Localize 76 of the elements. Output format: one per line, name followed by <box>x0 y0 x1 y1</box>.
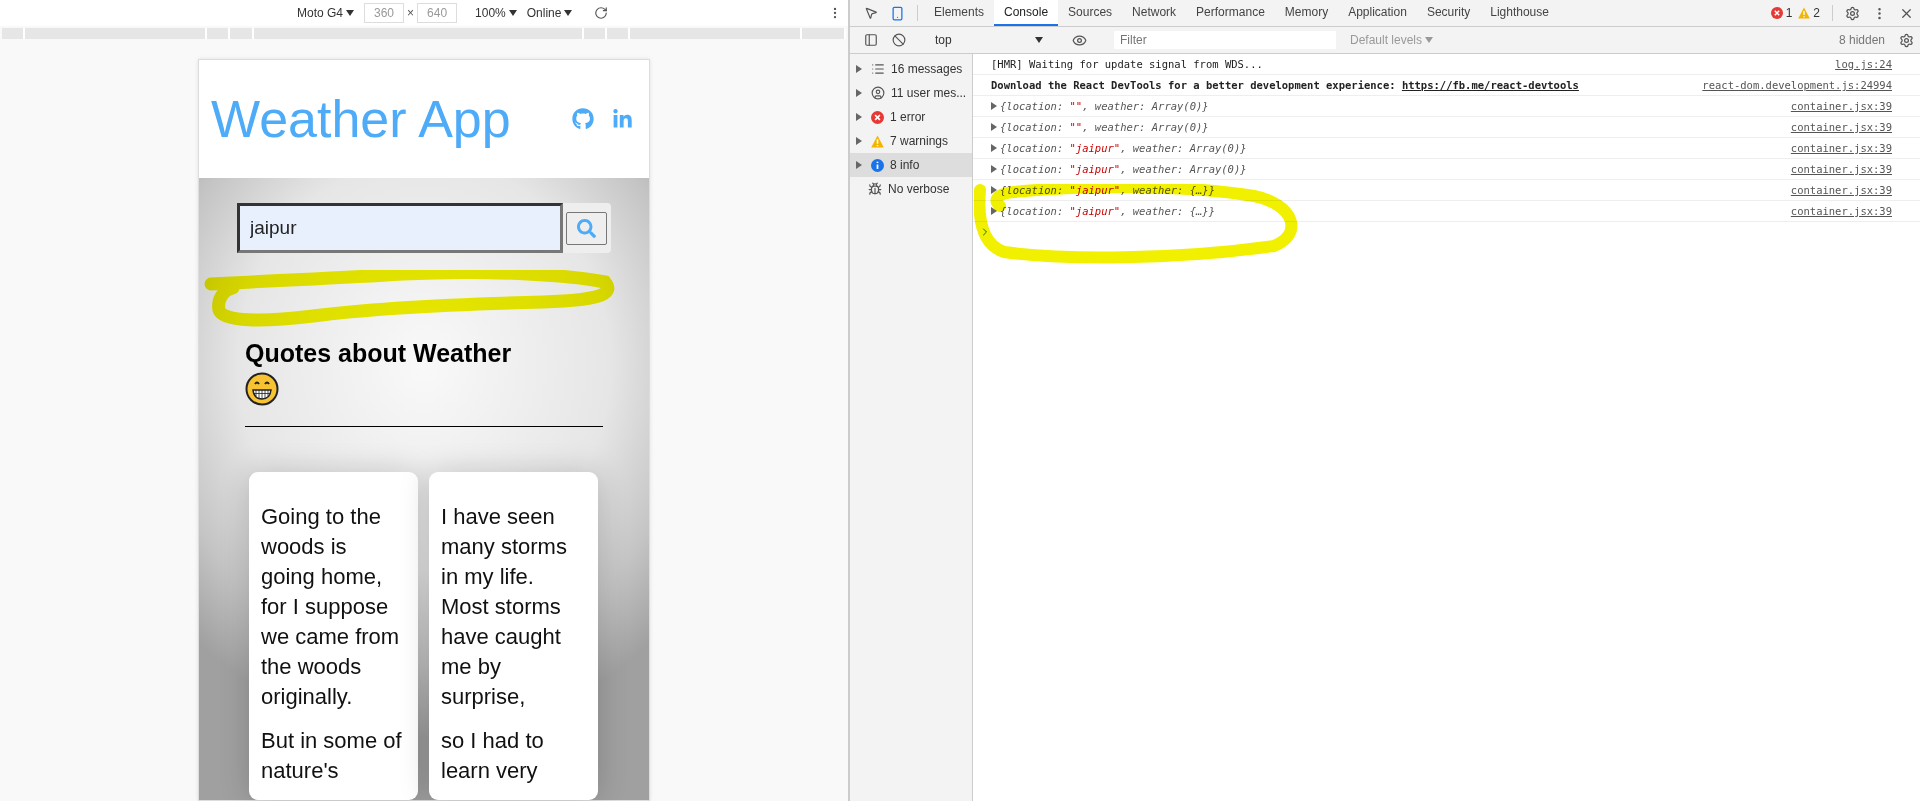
search-icon <box>577 218 596 238</box>
expand-triangle-icon[interactable] <box>991 123 997 131</box>
zoom-select[interactable]: 100% <box>475 6 517 20</box>
sidebar-item[interactable]: 1 error <box>850 105 972 129</box>
expand-triangle-icon[interactable] <box>991 144 997 152</box>
dropdown-caret-icon <box>1425 37 1434 43</box>
devtools-tab[interactable]: Application <box>1338 0 1417 26</box>
expand-triangle-icon[interactable] <box>856 89 862 97</box>
quote-text: Going to the woods is going home, for I suppose we came from the woods originally. <box>261 503 401 711</box>
bug-icon <box>868 182 882 196</box>
console-message: {location: "jaipur", weather: {…}} <box>1000 205 1216 217</box>
expand-triangle-icon[interactable] <box>991 102 997 110</box>
quote-text: so I had to learn very <box>441 727 545 785</box>
console-message: Download the React DevTools for a better development experience: https://fb.me/react-devtools <box>991 79 1580 91</box>
source-link[interactable]: container.jsx:39 <box>1790 100 1892 112</box>
expand-triangle-icon[interactable] <box>856 161 862 169</box>
source-link[interactable]: react-dom.development.js:24994 <box>1702 79 1892 91</box>
sidebar-item[interactable]: No verbose <box>850 177 972 201</box>
context-select[interactable]: top <box>929 33 1049 47</box>
grinning-face-icon <box>245 372 279 406</box>
dropdown-caret-icon <box>1035 37 1043 43</box>
search-button[interactable] <box>566 211 607 245</box>
search-field[interactable]: jaipur <box>237 203 563 253</box>
console-message: {location: "jaipur", weather: Array(0)} <box>1000 142 1248 154</box>
devtools-tab[interactable]: Console <box>994 0 1059 26</box>
expand-triangle-icon[interactable] <box>856 137 862 145</box>
console-message: {location: "jaipur", weather: Array(0)} <box>1000 163 1248 175</box>
expand-triangle-icon[interactable] <box>991 186 997 194</box>
devtools-tab[interactable]: Security <box>1416 0 1481 26</box>
app-title: Weather App <box>211 89 512 149</box>
source-link[interactable]: container.jsx:39 <box>1790 205 1892 217</box>
sidebar-item[interactable]: 16 messages <box>850 57 972 81</box>
devtools-tab[interactable]: Elements <box>924 0 995 26</box>
devtools-tab[interactable]: Sources <box>1058 0 1123 26</box>
warning-icon <box>1798 7 1811 19</box>
sidebar-item[interactable]: 8 info <box>850 153 972 177</box>
source-link[interactable]: container.jsx:39 <box>1790 121 1892 133</box>
source-link[interactable]: log.js:24 <box>1835 58 1892 70</box>
devtools-link[interactable]: https://fb.me/react-devtools <box>1401 79 1579 91</box>
source-link[interactable]: container.jsx:39 <box>1790 142 1892 154</box>
dimension-separator: × <box>407 6 415 20</box>
source-link[interactable]: container.jsx:39 <box>1790 184 1892 196</box>
console-message: {location: "jaipur", weather: {…}} <box>1000 184 1216 196</box>
quote-text: I have seen many storms in my life. Most storms have caught me by surprise, <box>441 503 568 711</box>
hidden-count: 8 hidden <box>1838 33 1885 47</box>
expand-triangle-icon[interactable] <box>856 113 862 121</box>
expand-triangle-icon[interactable] <box>991 165 997 173</box>
dropdown-caret-icon <box>346 10 355 16</box>
warning-icon <box>871 134 884 148</box>
user-icon <box>871 86 885 100</box>
filter-field[interactable]: Filter <box>1114 31 1336 49</box>
warning-count[interactable]: 2 <box>1813 6 1820 20</box>
error-icon <box>1770 7 1783 19</box>
sidebar-item[interactable]: 7 warnings <box>850 129 972 153</box>
devtools-tab[interactable]: Lighthouse <box>1480 0 1559 26</box>
error-icon <box>871 110 884 124</box>
console-message: [HMR] Waiting for update signal from WDS... <box>991 58 1264 70</box>
dropdown-caret-icon <box>508 10 517 16</box>
quotes-heading: Quotes about Weather <box>245 339 513 368</box>
throttle-select[interactable]: Online <box>526 6 573 20</box>
error-count[interactable]: 1 <box>1785 6 1793 20</box>
console-message: {location: "", weather: Array(0)} <box>1000 100 1210 112</box>
source-link[interactable]: container.jsx:39 <box>1790 163 1892 175</box>
expand-triangle-icon[interactable] <box>991 207 997 215</box>
devtools-tab[interactable]: Performance <box>1186 0 1275 26</box>
rotate-icon[interactable] <box>594 6 609 20</box>
console-message: {location: "", weather: Array(0)} <box>1000 121 1210 133</box>
info-icon <box>871 158 884 172</box>
device-select[interactable]: Moto G4 <box>297 6 355 20</box>
sidebar-item[interactable]: 11 user mes... <box>850 81 972 105</box>
list-icon <box>871 62 885 76</box>
devtools-tab[interactable]: Network <box>1122 0 1187 26</box>
devtools-tab[interactable]: Memory <box>1274 0 1339 26</box>
quote-text: But in some of nature's <box>261 727 403 785</box>
dropdown-caret-icon <box>564 10 573 16</box>
expand-triangle-icon[interactable] <box>856 65 862 73</box>
